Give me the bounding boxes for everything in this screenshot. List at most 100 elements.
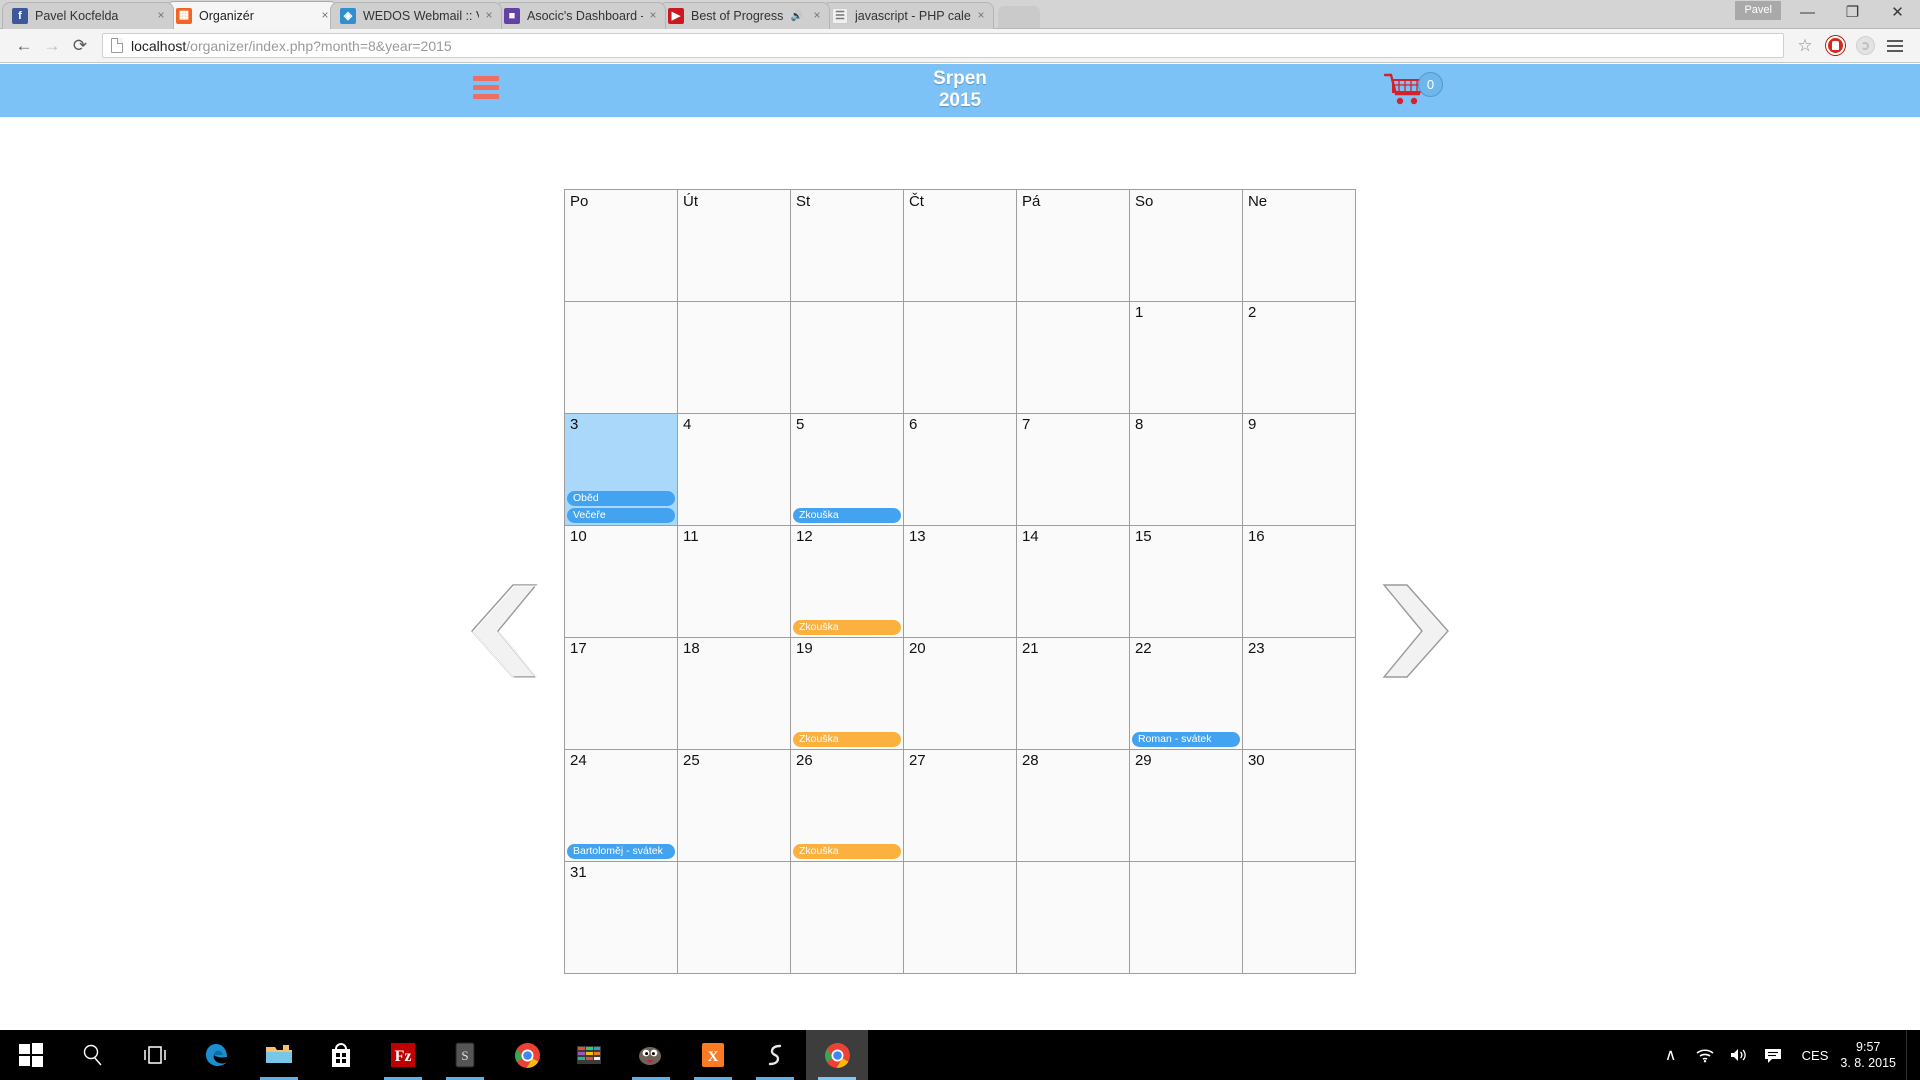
calendar-day-cell[interactable]: [789, 861, 904, 974]
calendar-day-cell[interactable]: 8: [1128, 413, 1243, 526]
show-desktop-button[interactable]: [1906, 1030, 1914, 1080]
calendar-day-cell[interactable]: [1241, 861, 1357, 974]
calendar-event[interactable]: Zkouška: [792, 732, 901, 747]
calendar-day-cell[interactable]: 7: [1015, 413, 1130, 526]
tab-audio-icon[interactable]: 🔊: [791, 11, 803, 22]
calendar-event[interactable]: Roman - svátek: [1131, 732, 1240, 747]
calendar-day-cell[interactable]: [1015, 301, 1130, 414]
window-minimize-button[interactable]: —: [1785, 0, 1830, 24]
file-explorer-button[interactable]: [248, 1030, 310, 1080]
calendar-day-cell[interactable]: [789, 301, 904, 414]
browser-tab[interactable]: f Pavel Kocfelda ×: [2, 2, 174, 29]
calendar-day-cell[interactable]: 13: [902, 525, 1017, 638]
calendar-event[interactable]: Zkouška: [792, 508, 901, 523]
tab-close-icon[interactable]: ×: [975, 9, 987, 22]
calendar-day-cell[interactable]: 17: [564, 637, 678, 750]
calendar-day-cell[interactable]: 24 Bartoloměj - svátek: [564, 749, 678, 862]
calendar-day-cell[interactable]: 4: [677, 413, 791, 526]
calendar-day-cell[interactable]: 27: [902, 749, 1017, 862]
calendar-day-cell[interactable]: 9: [1241, 413, 1357, 526]
calendar-day-cell[interactable]: 21: [1015, 637, 1130, 750]
next-month-arrow[interactable]: [1380, 581, 1454, 681]
calendar-day-cell[interactable]: 3 Oběd Večeře: [564, 413, 678, 526]
calendar-day-cell[interactable]: 23: [1241, 637, 1357, 750]
adblock-icon[interactable]: [1820, 32, 1850, 60]
calendar-day-cell[interactable]: [564, 301, 678, 414]
calendar-day-cell[interactable]: 15: [1128, 525, 1243, 638]
calendar-day-cell[interactable]: 6: [902, 413, 1017, 526]
calendar-day-cell[interactable]: 22 Roman - svátek: [1128, 637, 1243, 750]
forward-button[interactable]: →: [38, 32, 66, 60]
new-tab-button[interactable]: [998, 6, 1040, 28]
calendar-day-cell[interactable]: 14: [1015, 525, 1130, 638]
start-button[interactable]: [0, 1030, 62, 1080]
calendar-day-cell[interactable]: 19 Zkouška: [789, 637, 904, 750]
search-button[interactable]: [62, 1030, 124, 1080]
calendar-day-cell[interactable]: 12 Zkouška: [789, 525, 904, 638]
chrome-menu-icon[interactable]: [1880, 32, 1910, 60]
calendar-event[interactable]: Zkouška: [792, 620, 901, 635]
chrome-button[interactable]: [496, 1030, 558, 1080]
scribus-button[interactable]: [744, 1030, 806, 1080]
speaker-icon[interactable]: [1722, 1030, 1756, 1080]
back-button[interactable]: ←: [10, 32, 38, 60]
task-view-button[interactable]: [124, 1030, 186, 1080]
tab-close-icon[interactable]: ×: [647, 9, 659, 22]
cart-button[interactable]: 0: [1383, 72, 1443, 110]
browser-tab[interactable]: ☰ javascript - PHP cale ×: [822, 2, 994, 29]
tab-close-icon[interactable]: ×: [155, 9, 167, 22]
chrome-active-button[interactable]: [806, 1030, 868, 1080]
calendar-day-cell[interactable]: 31: [564, 861, 678, 974]
calendar-day-cell[interactable]: 28: [1015, 749, 1130, 862]
browser-tab[interactable]: ◈ WEDOS Webmail :: V ×: [330, 2, 502, 29]
window-close-button[interactable]: ✕: [1875, 0, 1920, 24]
previous-month-arrow[interactable]: [466, 581, 540, 681]
calendar-day-cell[interactable]: [902, 861, 1017, 974]
calendar-day-cell[interactable]: [677, 301, 791, 414]
calendar-day-cell[interactable]: 25: [677, 749, 791, 862]
calendar-day-cell[interactable]: [677, 861, 791, 974]
browser-tab[interactable]: ▶ Best of Progress 🔊 ×: [658, 2, 830, 29]
edge-button[interactable]: [186, 1030, 248, 1080]
calendar-day-cell[interactable]: 18: [677, 637, 791, 750]
browser-tab[interactable]: ▦ Organizér ×: [166, 1, 338, 29]
calendar-day-cell[interactable]: 5 Zkouška: [789, 413, 904, 526]
reload-button[interactable]: ⟳: [66, 32, 94, 60]
extension-circle-icon[interactable]: [1850, 32, 1880, 60]
calendar-day-cell[interactable]: 26 Zkouška: [789, 749, 904, 862]
language-indicator[interactable]: CES: [1790, 1048, 1841, 1063]
notification-icon[interactable]: [1756, 1030, 1790, 1080]
calendar-day-cell[interactable]: 20: [902, 637, 1017, 750]
calendar-day-cell[interactable]: [1015, 861, 1130, 974]
calendar-event[interactable]: Oběd: [567, 491, 675, 506]
profile-chip[interactable]: Pavel: [1735, 1, 1781, 20]
calendar-event[interactable]: Bartoloměj - svátek: [567, 844, 675, 859]
calendar-day-cell[interactable]: [902, 301, 1017, 414]
calendar-day-cell[interactable]: 30: [1241, 749, 1357, 862]
xampp-button[interactable]: X: [682, 1030, 744, 1080]
wifi-icon[interactable]: [1688, 1030, 1722, 1080]
calendar-day-cell[interactable]: 10: [564, 525, 678, 638]
sublime-button[interactable]: S: [434, 1030, 496, 1080]
address-bar[interactable]: localhost/organizer/index.php?month=8&ye…: [102, 33, 1784, 58]
calendar-day-cell[interactable]: 1: [1128, 301, 1243, 414]
browser-tab[interactable]: ■ Asocic's Dashboard - ×: [494, 2, 666, 29]
calendar-day-cell[interactable]: [1128, 861, 1243, 974]
gimp-button[interactable]: [620, 1030, 682, 1080]
clock[interactable]: 9:57 3. 8. 2015: [1840, 1039, 1906, 1071]
calendar-day-cell[interactable]: 2: [1241, 301, 1357, 414]
tab-close-icon[interactable]: ×: [811, 9, 823, 22]
calendar-day-cell[interactable]: 29: [1128, 749, 1243, 862]
store-button[interactable]: [310, 1030, 372, 1080]
tab-close-icon[interactable]: ×: [483, 9, 495, 22]
show-hidden-icons-button[interactable]: ∧: [1654, 1030, 1688, 1080]
calendar-event[interactable]: Večeře: [567, 508, 675, 523]
filezilla-button[interactable]: Fz: [372, 1030, 434, 1080]
page-info-icon[interactable]: [111, 38, 123, 53]
calendar-day-cell[interactable]: 16: [1241, 525, 1357, 638]
window-maximize-button[interactable]: ❐: [1830, 0, 1875, 24]
bookmark-star-icon[interactable]: ☆: [1790, 32, 1820, 60]
winrar-button[interactable]: [558, 1030, 620, 1080]
calendar-day-cell[interactable]: 11: [677, 525, 791, 638]
calendar-event[interactable]: Zkouška: [792, 844, 901, 859]
